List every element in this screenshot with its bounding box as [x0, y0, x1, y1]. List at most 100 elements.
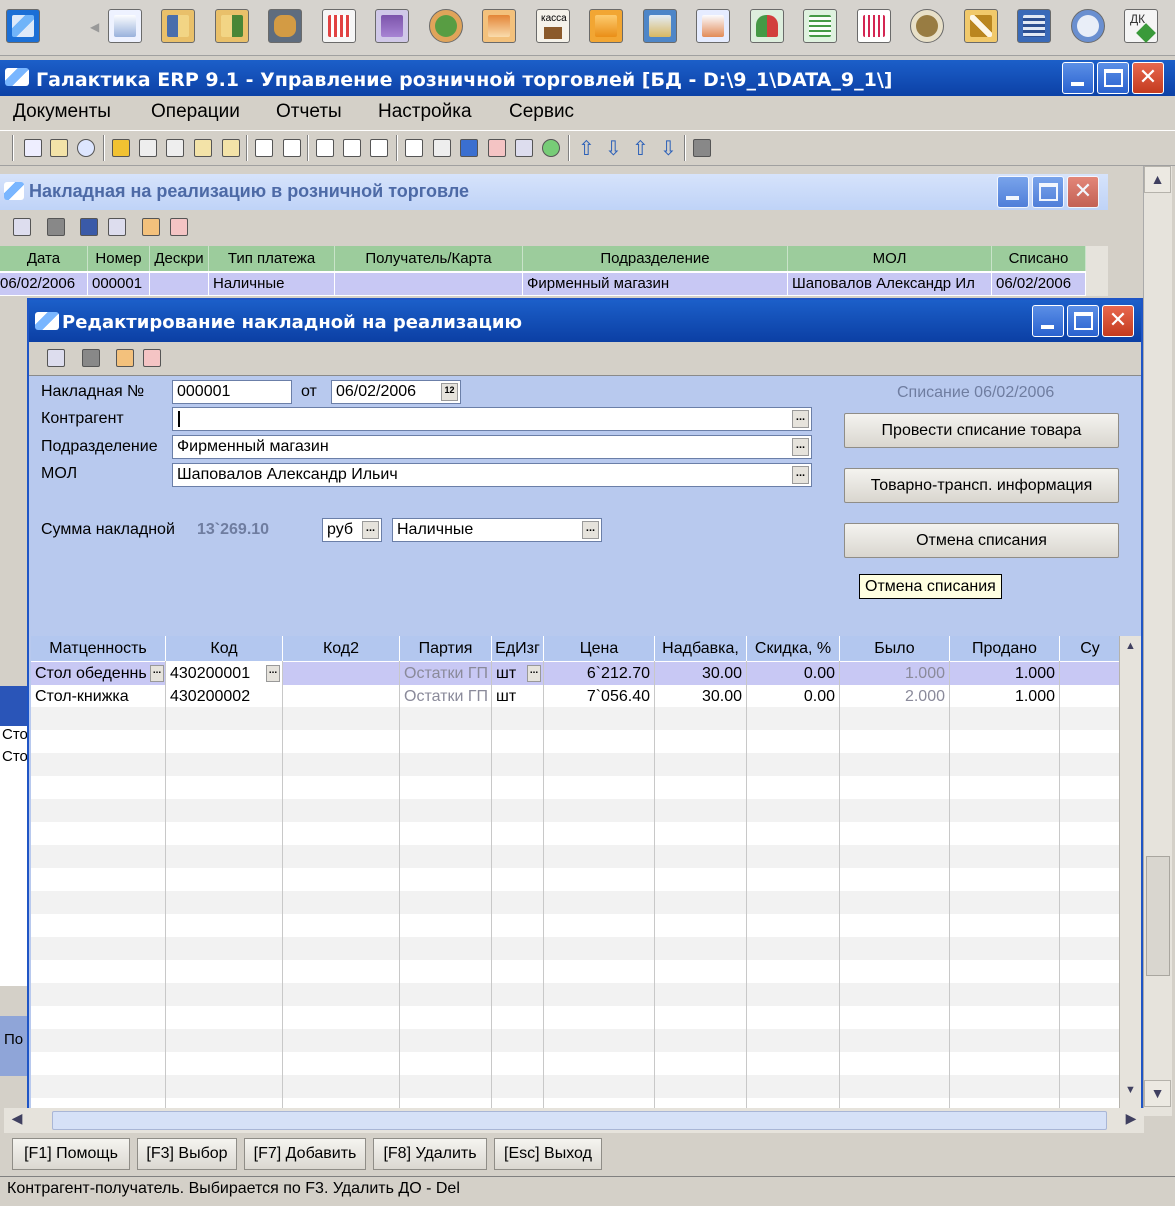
table-row[interactable]: 06/02/2006 000001 Наличные Фирменный маг… — [0, 273, 1086, 295]
filter-edit-icon[interactable] — [222, 139, 240, 157]
dk-icon[interactable]: ДК — [1124, 9, 1158, 43]
row1-item-select-icon[interactable]: ... — [150, 665, 164, 682]
col-sold[interactable]: Продано — [950, 636, 1060, 661]
edit-doc-icon[interactable] — [47, 349, 65, 367]
menu-settings[interactable]: Настройка — [378, 101, 472, 123]
list-maximize-button[interactable] — [1032, 176, 1064, 208]
mol-select-icon[interactable]: ... — [792, 466, 809, 484]
formula-icon[interactable] — [405, 139, 423, 157]
refresh-icon[interactable] — [542, 139, 560, 157]
cancel-writeoff-button[interactable]: Отмена списания — [844, 523, 1119, 558]
menu-operations[interactable]: Операции — [151, 101, 240, 123]
menu-service[interactable]: Сервис — [509, 101, 574, 123]
edit-titlebar[interactable]: Редактирование накладной на реализацию ✕ — [29, 300, 1141, 342]
report-icon[interactable] — [803, 9, 837, 43]
row1-unit-select-icon[interactable]: ... — [527, 665, 541, 682]
scroll-up-icon[interactable]: ▲ — [1144, 166, 1171, 193]
col-payment-type[interactable]: Тип платежа — [209, 246, 335, 271]
contract-icon[interactable] — [696, 9, 730, 43]
edit-close-button[interactable]: ✕ — [1102, 305, 1134, 337]
scroll-thumb[interactable] — [1146, 856, 1170, 976]
invoice-list-titlebar[interactable]: Накладная на реализацию в розничной торг… — [0, 174, 1108, 210]
kassa-icon[interactable]: касса — [536, 9, 570, 43]
copy-icon[interactable] — [24, 139, 42, 157]
recycle-icon[interactable] — [429, 9, 463, 43]
users-icon[interactable] — [750, 9, 784, 43]
col-mol[interactable]: МОЛ — [788, 246, 992, 271]
mail-icon[interactable] — [643, 9, 677, 43]
list-filter-icon[interactable] — [142, 218, 160, 236]
col-date[interactable]: Дата — [0, 246, 88, 271]
sort-user-icon[interactable] — [343, 139, 361, 157]
col-sum[interactable]: Су — [1060, 636, 1121, 661]
filter-add-icon[interactable] — [194, 139, 212, 157]
edit-print-icon[interactable] — [82, 349, 100, 367]
arrow-bottom-icon[interactable]: ⇩ — [660, 136, 677, 161]
col-batch[interactable]: Партия — [400, 636, 492, 661]
app-titlebar[interactable]: Галактика ERP 9.1 - Управление розничной… — [0, 60, 1175, 98]
col-unit[interactable]: ЕдИзг — [492, 636, 544, 661]
payment-field[interactable]: Наличные... — [392, 518, 602, 542]
add-button[interactable]: [F7] Добавить — [244, 1138, 366, 1170]
col-code[interactable]: Код — [166, 636, 283, 661]
arrow-up-icon[interactable]: ⇧ — [578, 136, 595, 161]
select-button[interactable]: [F3] Выбор — [137, 1138, 237, 1170]
currency-select-icon[interactable]: ... — [362, 521, 379, 539]
arrow-down-icon[interactable]: ⇩ — [605, 136, 622, 161]
currency-field[interactable]: руб... — [322, 518, 382, 542]
database-icon[interactable] — [268, 9, 302, 43]
col-descr[interactable]: Дескри — [150, 246, 209, 271]
table-row[interactable]: Стол-книжка 430200002 Остатки ГП шт 7`05… — [31, 685, 1121, 708]
grid-report-icon[interactable] — [857, 9, 891, 43]
undo-icon[interactable] — [77, 139, 95, 157]
edit-icon[interactable] — [255, 139, 273, 157]
document-icon[interactable] — [108, 9, 142, 43]
col-number[interactable]: Номер — [88, 246, 150, 271]
col-discount[interactable]: Скидка, % — [747, 636, 840, 661]
compass-icon[interactable] — [910, 9, 944, 43]
edit-ab-icon[interactable] — [143, 349, 161, 367]
scroll-left-icon[interactable]: ◀ — [6, 1110, 28, 1131]
import-icon[interactable] — [161, 9, 195, 43]
list-minimize-button[interactable] — [997, 176, 1029, 208]
network-icon[interactable] — [482, 9, 516, 43]
delete-button[interactable]: [F8] Удалить — [373, 1138, 487, 1170]
col-recipient[interactable]: Получатель/Карта — [335, 246, 523, 271]
col-written-off[interactable]: Списано — [992, 246, 1086, 271]
sort-icon[interactable] — [316, 139, 334, 157]
filter-icon[interactable] — [112, 139, 130, 157]
list-ab-icon[interactable] — [170, 218, 188, 236]
grid-scroll-down-icon[interactable]: ▼ — [1121, 1084, 1140, 1102]
list-save-icon[interactable] — [80, 218, 98, 236]
scroll-right-icon[interactable]: ▶ — [1120, 1110, 1142, 1131]
paste-icon[interactable] — [50, 139, 68, 157]
print-icon[interactable] — [693, 139, 711, 157]
menu-documents[interactable]: Документы — [13, 101, 111, 123]
chart-icon[interactable] — [322, 9, 356, 43]
exit-button[interactable]: [Esc] Выход — [494, 1138, 602, 1170]
edit-maximize-button[interactable] — [1067, 305, 1099, 337]
factory-chart-icon[interactable] — [375, 9, 409, 43]
settings-icon[interactable] — [1071, 9, 1105, 43]
maximize-button[interactable] — [1097, 62, 1129, 94]
col-markup[interactable]: Надбавка, — [655, 636, 747, 661]
window-icon[interactable] — [515, 139, 533, 157]
edit-filter-icon[interactable] — [116, 349, 134, 367]
payment-select-icon[interactable]: ... — [582, 521, 599, 539]
list-copy-icon[interactable] — [108, 218, 126, 236]
invoice-number-field[interactable]: 000001 — [172, 380, 292, 404]
grid-scroll-up-icon[interactable]: ▲ — [1121, 640, 1140, 658]
list-doc-icon[interactable] — [13, 218, 31, 236]
edit-minimize-button[interactable] — [1032, 305, 1064, 337]
col-price[interactable]: Цена — [544, 636, 655, 661]
find-next-icon[interactable] — [166, 139, 184, 157]
scroll-down-icon[interactable]: ▼ — [1144, 1080, 1171, 1107]
col-was[interactable]: Было — [840, 636, 950, 661]
contractor-field[interactable]: ... — [172, 407, 812, 431]
close-button[interactable]: ✕ — [1132, 62, 1164, 94]
col-department[interactable]: Подразделение — [523, 246, 788, 271]
folder-icon[interactable] — [589, 9, 623, 43]
row1-code-select-icon[interactable]: ... — [266, 665, 280, 682]
minimize-button[interactable] — [1062, 62, 1094, 94]
grid-vertical-scrollbar[interactable]: ▲ ▼ — [1119, 636, 1141, 1108]
